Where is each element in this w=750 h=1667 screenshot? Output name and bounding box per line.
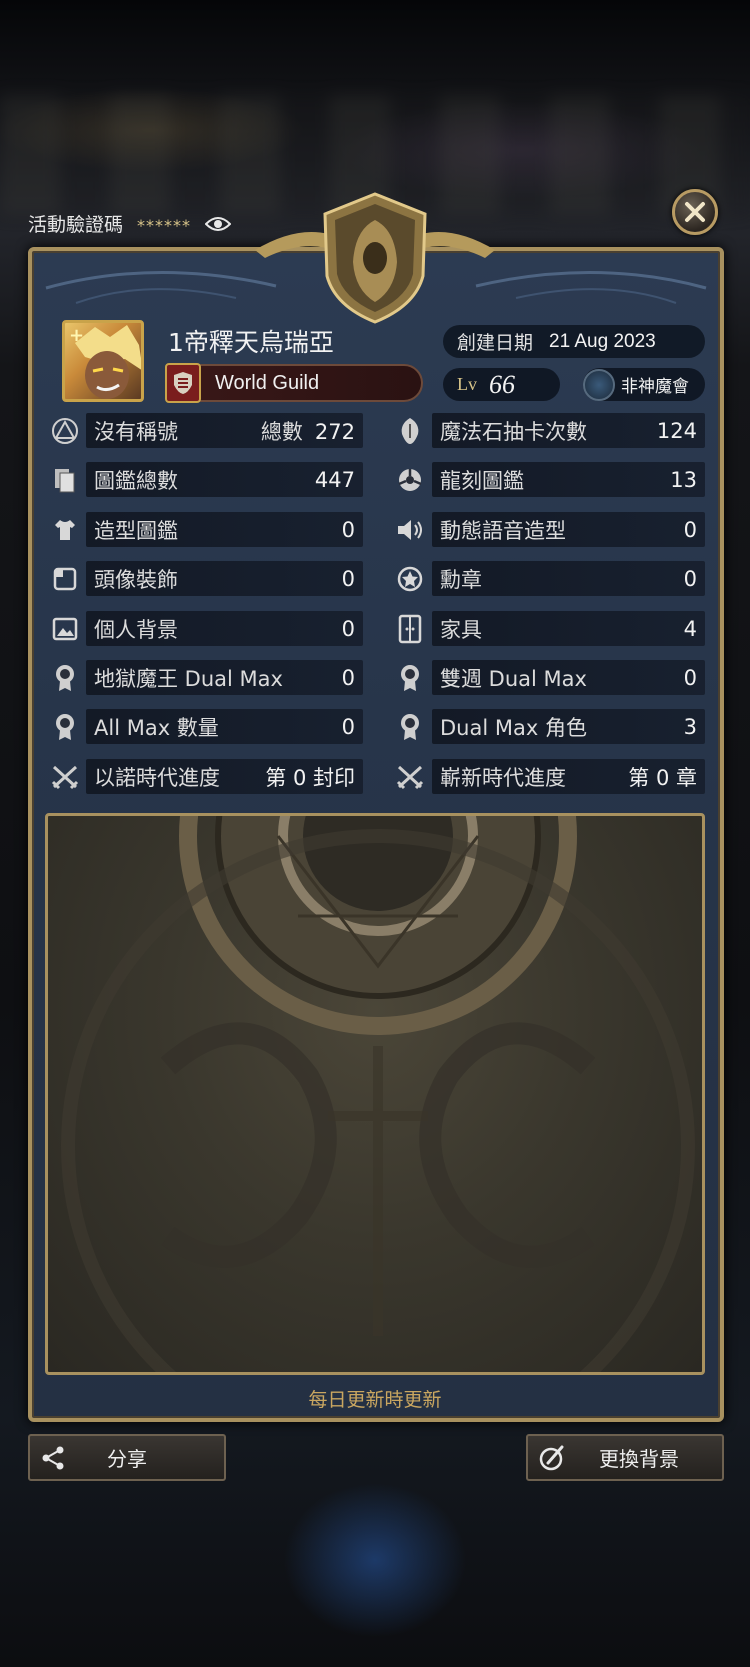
verification-code-masked: ****** <box>137 216 192 235</box>
left-stat-row: 個人背景 0 <box>86 611 363 646</box>
furniture-icon <box>395 614 425 644</box>
right-stat-row: 魔法石抽卡次數 124 <box>432 413 705 448</box>
level-value: 66 <box>489 369 515 399</box>
left-stat-row: 沒有稱號 總數 272 <box>86 413 363 448</box>
hooded-figure-crest-icon <box>255 192 495 324</box>
daily-update-note: 每日更新時更新 <box>308 1389 442 1411</box>
stat-sub-label: 總數 <box>260 419 303 444</box>
stat-label: 地獄魔王 Dual Max <box>94 666 283 691</box>
stat-label: 勳章 <box>440 567 482 592</box>
left-stat-row: 以諾時代進度 第 0 封印 <box>86 759 363 794</box>
right-stat-row: 動態語音造型 0 <box>432 512 705 547</box>
stat-value: 0 <box>683 566 697 591</box>
guild-badge[interactable]: World Guild <box>165 363 423 403</box>
right-stat-row: Dual Max 角色 3 <box>432 709 705 744</box>
close-button[interactable] <box>672 189 718 235</box>
stat-value: 0 <box>341 517 355 542</box>
medal-icon <box>50 663 80 693</box>
creation-date: 創建日期 21 Aug 2023 <box>443 325 705 358</box>
rank-label: 非神魔會 <box>621 377 689 397</box>
player-name: 1帝釋天烏瑞亞 <box>168 328 334 357</box>
stat-label: 家具 <box>440 617 482 642</box>
close-icon <box>685 202 705 222</box>
background-preview <box>45 813 705 1375</box>
left-stat-row: 地獄魔王 Dual Max 0 <box>86 660 363 695</box>
right-stat-row: 龍刻圖鑑 13 <box>432 462 705 497</box>
right-stat-row: 雙週 Dual Max 0 <box>432 660 705 695</box>
player-avatar[interactable]: + <box>62 320 144 402</box>
medal-icon <box>395 663 425 693</box>
stat-label: 沒有稱號 <box>94 419 178 444</box>
right-stat-row: 勳章 0 <box>432 561 705 596</box>
stat-value: 第 0 章 <box>628 765 697 790</box>
stat-value: 總數 272 <box>260 419 355 444</box>
stat-value: 0 <box>341 714 355 739</box>
stat-value: 0 <box>341 665 355 690</box>
badge-icon <box>395 564 425 594</box>
stat-label: 魔法石抽卡次數 <box>440 419 587 444</box>
stat-label: 以諾時代進度 <box>94 765 220 790</box>
speaker-icon <box>395 515 425 545</box>
title-icon <box>50 416 80 446</box>
stat-value: 第 0 封印 <box>265 765 355 790</box>
change-background-button[interactable]: 更換背景 <box>526 1434 724 1481</box>
guild-name: World Guild <box>215 371 320 394</box>
stat-label: All Max 數量 <box>94 715 219 740</box>
stat-value: 124 <box>656 418 697 443</box>
right-stat-row: 嶄新時代進度 第 0 章 <box>432 759 705 794</box>
shirt-icon <box>50 515 80 545</box>
stat-value: 13 <box>670 467 697 492</box>
stone-icon <box>395 416 425 446</box>
stat-label: 頭像裝飾 <box>94 567 178 592</box>
stat-label: 造型圖鑑 <box>94 518 178 543</box>
stat-value: 0 <box>341 616 355 641</box>
stat-label: Dual Max 角色 <box>440 715 587 740</box>
verification-code-label: 活動驗證碼 <box>28 214 124 236</box>
stat-label: 嶄新時代進度 <box>440 765 566 790</box>
stat-value: 0 <box>683 665 697 690</box>
background-artwork <box>61 816 695 1372</box>
right-stat-row: 家具 4 <box>432 611 705 646</box>
swords-icon <box>50 762 80 792</box>
player-level: Lv 66 <box>443 368 560 401</box>
swords-icon <box>395 762 425 792</box>
guild-rank-badge: 非神魔會 <box>583 368 705 401</box>
cards-icon <box>50 465 80 495</box>
creation-date-label: 創建日期 <box>457 332 534 354</box>
verification-code-row: 活動驗證碼 ****** <box>28 210 232 237</box>
plus-icon: + <box>69 325 85 346</box>
medal-icon <box>50 712 80 742</box>
frame-icon <box>50 564 80 594</box>
stat-label: 個人背景 <box>94 617 178 642</box>
stat-value: 447 <box>314 467 355 492</box>
medal-icon <box>395 712 425 742</box>
guild-emblem-icon <box>165 363 201 403</box>
left-stat-row: 頭像裝飾 0 <box>86 561 363 596</box>
share-button[interactable]: 分享 <box>28 1434 226 1481</box>
level-label: Lv <box>457 374 477 394</box>
share-button-label: 分享 <box>107 1447 147 1471</box>
left-stat-row: All Max 數量 0 <box>86 709 363 744</box>
stat-label: 雙週 Dual Max <box>440 666 587 691</box>
left-stat-row: 造型圖鑑 0 <box>86 512 363 547</box>
stat-value: 4 <box>683 616 697 641</box>
change-background-label: 更換背景 <box>599 1447 679 1471</box>
stat-value: 3 <box>683 714 697 739</box>
stat-value: 0 <box>341 566 355 591</box>
stat-value: 0 <box>683 517 697 542</box>
creation-date-value: 21 Aug 2023 <box>549 330 656 352</box>
stat-label: 龍刻圖鑑 <box>440 468 524 493</box>
stat-label: 動態語音造型 <box>440 518 566 543</box>
picture-icon <box>50 614 80 644</box>
eye-icon[interactable] <box>205 215 232 233</box>
stat-label: 圖鑑總數 <box>94 468 178 493</box>
left-stat-row: 圖鑑總數 447 <box>86 462 363 497</box>
dragon-icon <box>395 465 425 495</box>
rank-emblem-icon <box>583 368 615 401</box>
